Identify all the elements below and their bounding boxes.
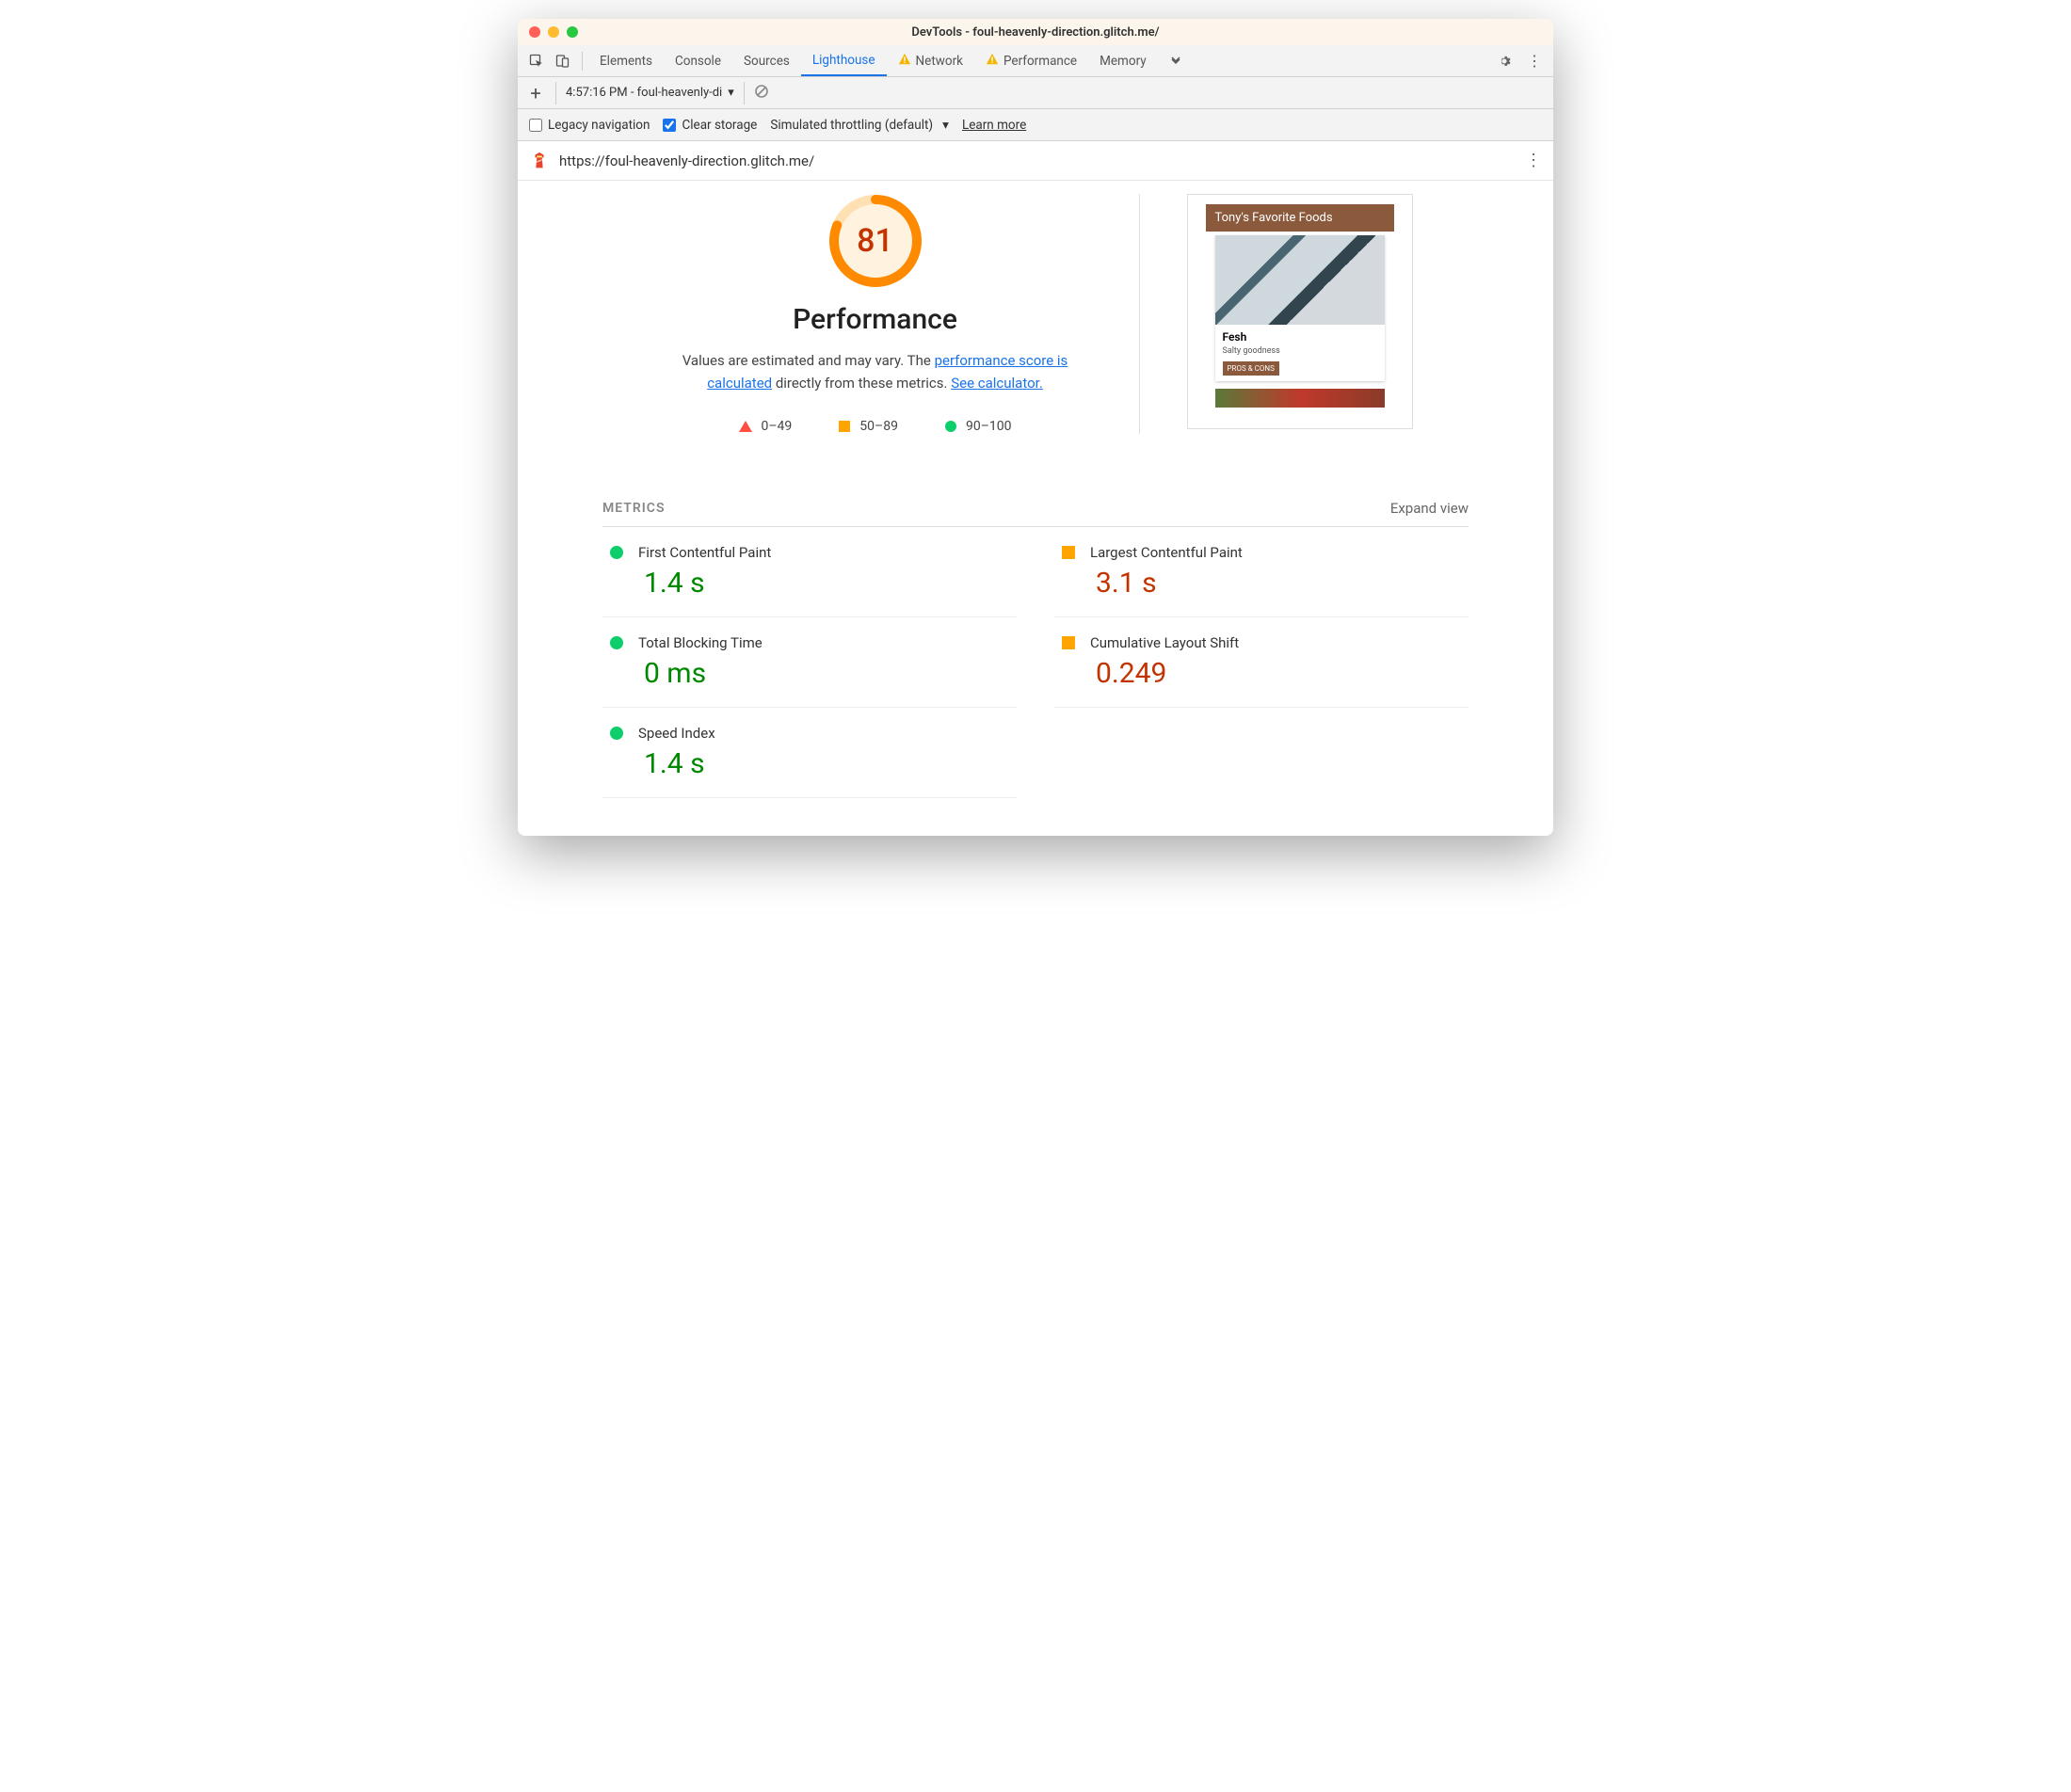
metric-name: Speed Index <box>638 725 715 742</box>
legacy-navigation-checkbox[interactable]: Legacy navigation <box>529 118 650 133</box>
metric-item[interactable]: First Contentful Paint 1.4 s <box>602 527 1017 617</box>
new-report-button[interactable]: + <box>525 82 546 104</box>
metric-item[interactable]: Largest Contentful Paint 3.1 s <box>1054 527 1469 617</box>
metric-item[interactable]: Total Blocking Time 0 ms <box>602 617 1017 708</box>
devtools-tabbar: Elements Console Sources Lighthouse Network P… <box>518 45 1553 77</box>
metrics-grid: First Contentful Paint 1.4 s Largest Conte… <box>602 527 1469 798</box>
tab-label: Memory <box>1100 54 1147 69</box>
lighthouse-options-bar: Legacy navigation Clear storage Simulate… <box>518 109 1553 141</box>
tabbar-divider <box>582 52 583 71</box>
metric-name: Total Blocking Time <box>638 634 763 651</box>
desc-text: Values are estimated and may vary. The <box>682 352 935 369</box>
performance-score: 81 <box>828 194 923 288</box>
more-tabs-button[interactable] <box>1158 45 1194 76</box>
settings-icon[interactable] <box>1491 48 1517 74</box>
metric-value: 3.1 s <box>1096 567 1469 600</box>
lighthouse-secondary-bar: + 4:57:16 PM - foul-heavenly-di ▾ <box>518 77 1553 109</box>
throttling-label: Simulated throttling (default) <box>770 118 933 133</box>
tab-label: Network <box>916 54 963 69</box>
clear-icon[interactable] <box>754 84 769 103</box>
page-screenshot-preview: Tony's Favorite Foods Fesh Salty goodnes… <box>1187 194 1413 429</box>
performance-description: Values are estimated and may vary. The p… <box>659 349 1092 394</box>
metric-value: 1.4 s <box>644 747 1017 780</box>
performance-gauge[interactable]: 81 <box>828 194 923 288</box>
tab-console[interactable]: Console <box>664 45 732 76</box>
metric-item[interactable]: Speed Index 1.4 s <box>602 708 1017 798</box>
legend-pass-label: 90–100 <box>966 419 1012 434</box>
dropdown-caret-icon: ▾ <box>728 86 734 100</box>
legacy-navigation-label: Legacy navigation <box>548 118 650 133</box>
metric-item[interactable]: Cumulative Layout Shift 0.249 <box>1054 617 1469 708</box>
report-selector[interactable]: 4:57:16 PM - foul-heavenly-di ▾ <box>555 82 745 104</box>
tab-memory[interactable]: Memory <box>1088 45 1158 76</box>
metric-status-icon <box>1062 636 1075 649</box>
metric-name: Largest Contentful Paint <box>1090 544 1243 561</box>
preview-card-name: Fesh <box>1223 330 1377 344</box>
legend-average-label: 50–89 <box>859 419 898 434</box>
clear-storage-label: Clear storage <box>682 118 757 133</box>
legend-fail: 0–49 <box>739 419 793 434</box>
performance-summary: 81 Performance Values are estimated and … <box>659 194 1092 434</box>
device-toolbar-icon[interactable] <box>550 48 576 74</box>
metric-status-icon <box>610 727 623 740</box>
lighthouse-icon <box>529 151 550 171</box>
inspect-icon[interactable] <box>523 48 550 74</box>
circle-green-icon <box>945 421 956 432</box>
legend-fail-label: 0–49 <box>762 419 793 434</box>
expand-view-button[interactable]: Expand view <box>1390 500 1469 517</box>
metric-name: First Contentful Paint <box>638 544 771 561</box>
metric-status-icon <box>610 546 623 559</box>
metric-value: 0 ms <box>644 657 1017 690</box>
more-options-icon[interactable]: ⋮ <box>1521 48 1548 74</box>
metric-value: 0.249 <box>1096 657 1469 690</box>
clear-storage-checkbox[interactable]: Clear storage <box>663 118 757 133</box>
legacy-navigation-input[interactable] <box>529 119 542 132</box>
preview-card-image <box>1215 235 1385 325</box>
tab-label: Sources <box>744 54 790 69</box>
lighthouse-report: 81 Performance Values are estimated and … <box>518 181 1553 836</box>
tab-label: Performance <box>1003 54 1077 69</box>
window-titlebar: DevTools - foul-heavenly-direction.glitc… <box>518 19 1553 45</box>
tab-performance[interactable]: Performance <box>974 45 1088 76</box>
see-calculator-link[interactable]: See calculator. <box>951 375 1043 392</box>
tab-sources[interactable]: Sources <box>732 45 801 76</box>
square-orange-icon <box>839 421 850 432</box>
clear-storage-input[interactable] <box>663 119 676 132</box>
legend-pass: 90–100 <box>945 419 1012 434</box>
throttling-selector[interactable]: Simulated throttling (default) ▾ <box>770 118 949 133</box>
metrics-section: METRICS Expand view First Contentful Pai… <box>602 500 1469 798</box>
column-divider <box>1139 194 1140 434</box>
triangle-red-icon <box>739 421 752 432</box>
preview-site-header: Tony's Favorite Foods <box>1206 204 1394 232</box>
preview-card-subtitle: Salty goodness <box>1223 346 1377 356</box>
metric-status-icon <box>610 636 623 649</box>
tab-network[interactable]: Network <box>887 45 974 76</box>
metric-value: 1.4 s <box>644 567 1017 600</box>
tab-elements[interactable]: Elements <box>588 45 664 76</box>
report-url: https://foul-heavenly-direction.glitch.m… <box>559 152 814 169</box>
metric-status-icon <box>1062 546 1075 559</box>
metrics-title: METRICS <box>602 501 666 516</box>
performance-title: Performance <box>659 303 1092 336</box>
score-legend: 0–49 50–89 90–100 <box>659 419 1092 434</box>
legend-average: 50–89 <box>839 419 898 434</box>
tab-lighthouse[interactable]: Lighthouse <box>801 45 887 76</box>
report-label: 4:57:16 PM - foul-heavenly-di <box>566 86 722 100</box>
tab-label: Console <box>675 54 721 69</box>
warning-icon <box>986 53 999 70</box>
metric-name: Cumulative Layout Shift <box>1090 634 1239 651</box>
learn-more-link[interactable]: Learn more <box>962 118 1026 133</box>
report-url-bar: https://foul-heavenly-direction.glitch.m… <box>518 141 1553 181</box>
tabs-container: Elements Console Sources Lighthouse Network P… <box>588 45 1158 76</box>
preview-second-card <box>1215 389 1385 408</box>
window-title: DevTools - foul-heavenly-direction.glitc… <box>518 25 1553 40</box>
desc-text-2: directly from these metrics. <box>772 375 951 392</box>
preview-card: Fesh Salty goodness PROS & CONS <box>1215 235 1385 381</box>
preview-card-button: PROS & CONS <box>1223 361 1279 376</box>
devtools-window: DevTools - foul-heavenly-direction.glitc… <box>518 19 1553 836</box>
warning-icon <box>898 53 911 70</box>
report-menu-icon[interactable]: ⋮ <box>1525 151 1542 170</box>
tab-label: Elements <box>600 54 652 69</box>
tab-label: Lighthouse <box>812 53 875 68</box>
